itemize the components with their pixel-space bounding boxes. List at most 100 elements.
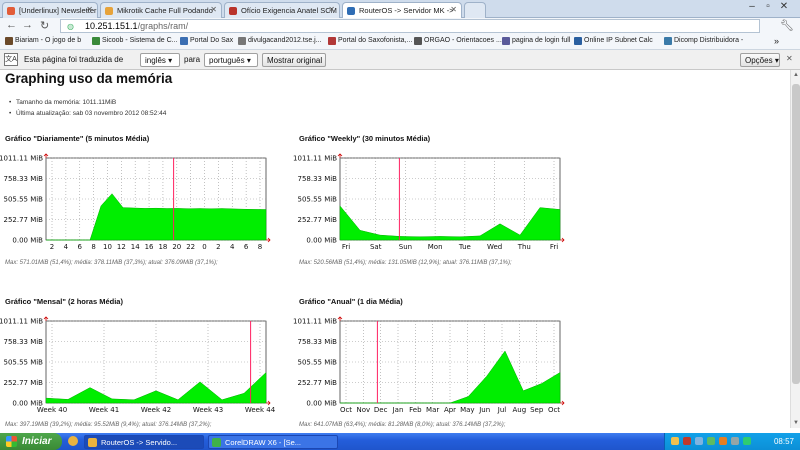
- start-button[interactable]: Iniciar: [0, 433, 62, 450]
- show-original-button[interactable]: Mostrar original: [262, 53, 326, 67]
- graph-title-daily: Gráfico "Diariamente" (5 minutos Média): [5, 134, 150, 143]
- browser-tab-0[interactable]: [Underlinux] Newsletter 03/ ✕: [2, 2, 98, 18]
- bookmark-7[interactable]: Online IP Subnet Calc: [574, 37, 653, 45]
- x-tick-label: Week 42: [141, 406, 171, 414]
- y-tick-label: 1011.11 MiB: [293, 318, 337, 326]
- bookmark-label: Online IP Subnet Calc: [584, 37, 653, 44]
- x-tick-label: Oct: [340, 406, 352, 414]
- x-tick-label: Week 44: [245, 406, 276, 414]
- x-tick-label: Week 43: [193, 406, 223, 414]
- taskbar-item-browser[interactable]: RouterOS -> Servido...: [84, 435, 204, 449]
- close-tab-icon[interactable]: ✕: [328, 5, 335, 14]
- bookmark-label: Dicomp Distribuidora -: [674, 37, 744, 44]
- target-language-select[interactable]: português ▾: [204, 53, 258, 67]
- browser-tab-1[interactable]: Mikrotik Cache Full Podando ✕: [100, 2, 222, 18]
- back-arrow-icon[interactable]: ←: [6, 19, 17, 31]
- bookmark-1[interactable]: Sicoob - Sistema de C...: [92, 37, 177, 45]
- browser-tab-2[interactable]: Ofício Exigencia Anatel SCM ✕: [224, 2, 340, 18]
- graph-stats-yearly: Max: 641.07MiB (63,4%); média: 81.28MiB …: [299, 422, 506, 428]
- bookmark-favicon-icon: [92, 37, 100, 45]
- bookmark-5[interactable]: ORGAO - Orientacoes ...: [414, 37, 502, 45]
- y-tick-label: 1011.11 MiB: [0, 318, 43, 326]
- page-title: Graphing uso da memória: [5, 71, 173, 86]
- more-bookmarks-icon[interactable]: »: [774, 36, 779, 46]
- scrollbar-thumb[interactable]: [792, 84, 800, 384]
- y-tick-label: 252.77 MiB: [297, 216, 337, 224]
- windows-logo-icon: [6, 436, 17, 447]
- y-tick-label: 505.55 MiB: [297, 196, 337, 204]
- tray-volume-icon[interactable]: [695, 437, 703, 445]
- x-tick-label: 0: [202, 243, 206, 251]
- x-tick-label: Mar: [426, 406, 439, 414]
- tray-network-icon[interactable]: [671, 437, 679, 445]
- source-language-select[interactable]: inglês ▾: [140, 53, 180, 67]
- page-scrollbar[interactable]: ▲ ▼: [790, 70, 800, 428]
- maximize-icon[interactable]: ▫: [760, 1, 776, 12]
- browser-tab-strip: [Underlinux] Newsletter 03/ ✕ Mikrotik C…: [0, 0, 800, 19]
- x-tick-label: Aug: [512, 406, 526, 414]
- translate-to-text: para: [184, 55, 201, 64]
- x-tick-label: 20: [172, 243, 181, 251]
- tray-app-icon[interactable]: [707, 437, 715, 445]
- favicon-icon: [229, 7, 237, 15]
- windows-taskbar: Iniciar RouterOS -> Servido... CorelDRAW…: [0, 433, 800, 450]
- bookmark-label: divulgacand2012.tse.j...: [248, 37, 322, 44]
- close-tab-icon[interactable]: ✕: [450, 5, 457, 14]
- y-tick-label: 252.77 MiB: [3, 216, 43, 224]
- chrome-quicklaunch-icon[interactable]: [68, 436, 78, 446]
- close-tab-icon[interactable]: ✕: [86, 5, 93, 14]
- scroll-up-icon[interactable]: ▲: [791, 72, 800, 78]
- x-axis-arrow-icon: [560, 400, 565, 406]
- bookmark-8[interactable]: Dicomp Distribuidora -: [664, 37, 744, 45]
- bookmark-6[interactable]: pagina de login full: [502, 37, 570, 45]
- tab-label: Ofício Exigencia Anatel SCM: [241, 6, 337, 15]
- minimize-icon[interactable]: –: [744, 1, 760, 12]
- browser-tab-active[interactable]: RouterOS -> Servidor MK -> ✕: [342, 2, 462, 19]
- memory-size-info: Tamanho da memória: 1011.11MiB: [9, 99, 116, 106]
- x-tick-label: Mon: [428, 243, 443, 251]
- tray-device-icon[interactable]: [731, 437, 739, 445]
- taskbar-item-coreldraw[interactable]: CorelDRAW X6 - [Se...: [208, 435, 338, 449]
- x-tick-label: 4: [64, 243, 69, 251]
- x-axis-arrow-icon: [266, 237, 271, 243]
- bookmark-favicon-icon: [5, 37, 13, 45]
- graph-monthly: 1011.11 MiB 758.33 MiB 505.55 MiB 252.77 Mi…: [0, 316, 276, 414]
- address-bar[interactable]: ◍ 10.251.151.1/graphs/ram/: [60, 19, 760, 33]
- x-tick-label: Week 40: [37, 406, 67, 414]
- y-tick-label: 505.55 MiB: [3, 359, 43, 367]
- forward-arrow-icon[interactable]: →: [22, 19, 33, 31]
- close-tab-icon[interactable]: ✕: [210, 5, 217, 14]
- tab-label: RouterOS -> Servidor MK ->: [359, 6, 454, 15]
- favicon-icon: [347, 7, 355, 15]
- tray-update-icon[interactable]: [719, 437, 727, 445]
- system-tray: 08:57: [664, 433, 800, 450]
- bookmark-4[interactable]: Portal do Saxofonista,...: [328, 37, 412, 45]
- x-tick-label: Week 41: [89, 406, 119, 414]
- translate-options-button[interactable]: Opções ▾: [740, 53, 780, 67]
- y-axis-arrow-icon: [43, 316, 49, 321]
- new-tab-button[interactable]: [464, 2, 486, 18]
- bookmark-label: ORGAO - Orientacoes ...: [424, 37, 502, 44]
- close-infobar-icon[interactable]: ✕: [786, 54, 793, 63]
- tray-security-icon[interactable]: [683, 437, 691, 445]
- bookmark-0[interactable]: Biariam - O jogo de b: [5, 37, 81, 45]
- y-tick-label: 758.33 MiB: [297, 338, 337, 346]
- graph-title-weekly: Gráfico "Weekly" (30 minutos Média): [299, 134, 431, 143]
- tab-label: Mikrotik Cache Full Podando: [117, 6, 213, 15]
- taskbar-item-label: RouterOS -> Servido...: [101, 438, 178, 447]
- x-tick-label: 16: [145, 243, 154, 251]
- bookmark-2[interactable]: Portal Do Sax: [180, 37, 233, 45]
- scroll-down-icon[interactable]: ▼: [791, 420, 800, 426]
- taskbar-clock: 08:57: [773, 437, 794, 446]
- tray-battery-icon[interactable]: [743, 437, 751, 445]
- bookmark-favicon-icon: [574, 37, 582, 45]
- bookmark-3[interactable]: divulgacand2012.tse.j...: [238, 37, 322, 45]
- favicon-icon: [7, 7, 15, 15]
- wrench-menu-icon[interactable]: 🔧︎: [780, 19, 794, 32]
- page-info-icon: ◍: [67, 22, 74, 31]
- close-window-icon[interactable]: ✕: [776, 1, 792, 12]
- x-tick-label: Fri: [550, 243, 558, 251]
- reload-icon[interactable]: ↻: [40, 19, 49, 32]
- x-axis-arrow-icon: [560, 237, 565, 243]
- y-tick-label: 0.00 MiB: [306, 400, 337, 408]
